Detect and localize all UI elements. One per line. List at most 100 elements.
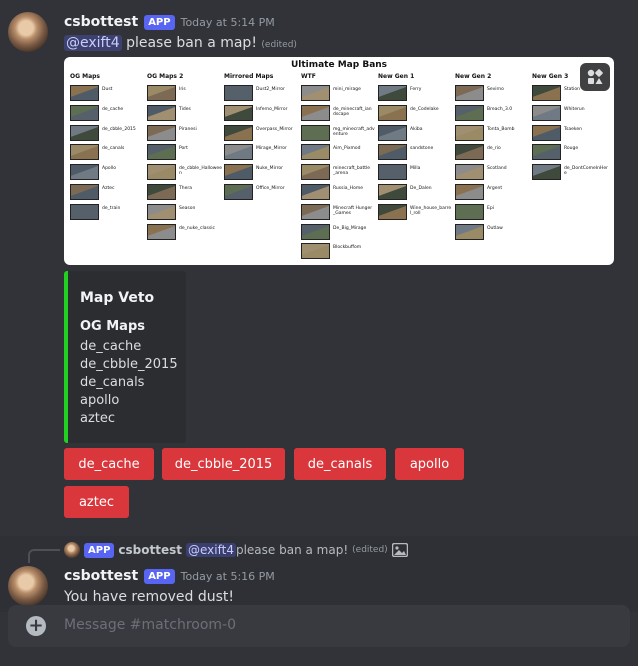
map-thumbnail [532, 164, 561, 181]
map-label: de_cache [102, 106, 124, 112]
column-header: New Gen 2 [455, 73, 492, 80]
add-attachment-button[interactable]: + [26, 616, 46, 636]
ban-button-de-canals[interactable]: de_canals [294, 448, 386, 480]
map-thumbnail [147, 223, 176, 240]
message-header: csbottest APP Today at 5:14 PM [64, 14, 275, 30]
map-thumbnail [532, 144, 561, 161]
map-label: Epi [487, 205, 494, 211]
column-header: New Gen 3 [532, 73, 569, 80]
map-label: Port [179, 146, 188, 152]
map-thumbnail [532, 124, 561, 141]
message-text: please ban a map! [121, 35, 257, 51]
ban-button-de-cache[interactable]: de_cache [64, 448, 154, 480]
timestamp: Today at 5:14 PM [180, 15, 275, 29]
map-thumbnail [70, 184, 99, 200]
map-bans-image[interactable]: Ultimate Map Bans OG Maps Dust de_cache de_… [64, 57, 614, 265]
image-title: Ultimate Map Bans [290, 60, 388, 70]
author-name[interactable]: csbottest [64, 568, 138, 584]
map-label: Akiba [410, 126, 423, 132]
map-thumbnail [455, 85, 484, 101]
map-veto-embed: Map Veto OG Maps de_cache de_cbble_2015 … [64, 271, 186, 443]
map-thumbnail [147, 203, 176, 220]
map-label: Apollo [102, 166, 116, 172]
map-label: Russia_Home [333, 186, 364, 191]
map-label: de_train [102, 205, 121, 211]
ban-button-de-cbble-2015[interactable]: de_cbble_2015 [162, 448, 285, 480]
map-label: mini_mirage [333, 87, 361, 92]
author-name[interactable]: csbottest [64, 14, 138, 30]
map-thumbnail [455, 203, 484, 220]
map-label: de_cbble_Hallowee n [179, 166, 222, 177]
embed-value: aztec [80, 411, 116, 426]
map-thumbnail [301, 223, 330, 240]
map-label: Inferno_Mirror [256, 106, 288, 112]
map-thumbnail [301, 243, 330, 260]
embed-title: Map Veto [80, 290, 155, 306]
user-mention[interactable]: @exift4 [64, 35, 122, 51]
map-thumbnail [147, 164, 176, 181]
map-thumbnail [378, 124, 407, 141]
map-label: Aim_Pixmod [333, 146, 361, 152]
map-thumbnail [301, 85, 330, 101]
embed-value: de_canals [80, 375, 145, 390]
embed-field-name: OG Maps [80, 319, 145, 334]
game-controller-icon [587, 69, 603, 84]
ban-button-aztec[interactable]: aztec [64, 486, 129, 518]
map-thumbnail [378, 203, 407, 220]
reply-preview[interactable]: APP csbottest @exift4 please ban a map! … [64, 542, 408, 558]
map-label: Iris [179, 87, 186, 92]
embed-value: apollo [80, 393, 120, 408]
embed-value: de_cache [80, 339, 142, 354]
map-label: Outlaw [487, 225, 503, 231]
reply-mention[interactable]: @exift4 [186, 543, 236, 557]
message-input[interactable]: Message #matchroom-0 [64, 617, 236, 633]
map-thumbnail [70, 104, 99, 121]
map-label: Nuke_Mirror [256, 166, 283, 172]
map-thumbnail [70, 164, 99, 181]
map-label: de_cbble_2015 [102, 126, 136, 132]
map-label: Scotland [487, 166, 507, 172]
map-thumbnail [147, 104, 176, 121]
column-header: New Gen 1 [378, 73, 415, 80]
map-label: Season [179, 205, 196, 211]
map-thumbnail [378, 144, 407, 161]
message-header: csbottest APP Today at 5:16 PM [64, 568, 275, 584]
reply-avatar [64, 542, 80, 558]
map-thumbnail [532, 85, 561, 101]
map-thumbnail [224, 184, 253, 200]
map-thumbnail [70, 144, 99, 161]
edited-label: (edited) [261, 40, 297, 50]
map-label: Aztec [102, 186, 115, 191]
map-thumbnail [224, 164, 253, 181]
avatar[interactable] [8, 12, 48, 52]
map-thumbnail [378, 184, 407, 200]
message-text: You have removed dust! [64, 589, 235, 605]
map-label: Office_Mirror [256, 186, 285, 191]
app-tag: APP [84, 542, 115, 558]
map-label: Dust [102, 87, 113, 92]
map-thumbnail [224, 144, 253, 161]
reply-author[interactable]: csbottest [118, 543, 182, 557]
map-thumbnail [455, 144, 484, 161]
map-thumbnail [301, 144, 330, 161]
map-label: de_Codelake [410, 106, 439, 112]
map-thumbnail [455, 124, 484, 141]
map-label: Tonta_Bomb [487, 126, 515, 132]
map-label: Argent [487, 186, 503, 191]
timestamp: Today at 5:16 PM [180, 569, 275, 583]
map-label: de_minecraft_ian dscape [333, 106, 372, 117]
map-label: sandstone [410, 146, 434, 152]
map-label: mg_minecraft_adv enture [333, 126, 375, 137]
reply-text: please ban a map! [235, 543, 349, 557]
map-thumbnail [70, 85, 99, 101]
map-thumbnail [532, 104, 561, 121]
image-icon [391, 543, 408, 557]
app-tag: APP [144, 568, 175, 584]
map-label: Wine_house_barre l_roll [410, 205, 452, 216]
map-thumbnail [147, 124, 176, 141]
map-thumbnail [70, 203, 99, 220]
apps-button[interactable] [580, 63, 610, 91]
ban-button-apollo[interactable]: apollo [395, 448, 464, 480]
avatar[interactable] [8, 566, 48, 606]
map-thumbnail [147, 184, 176, 200]
